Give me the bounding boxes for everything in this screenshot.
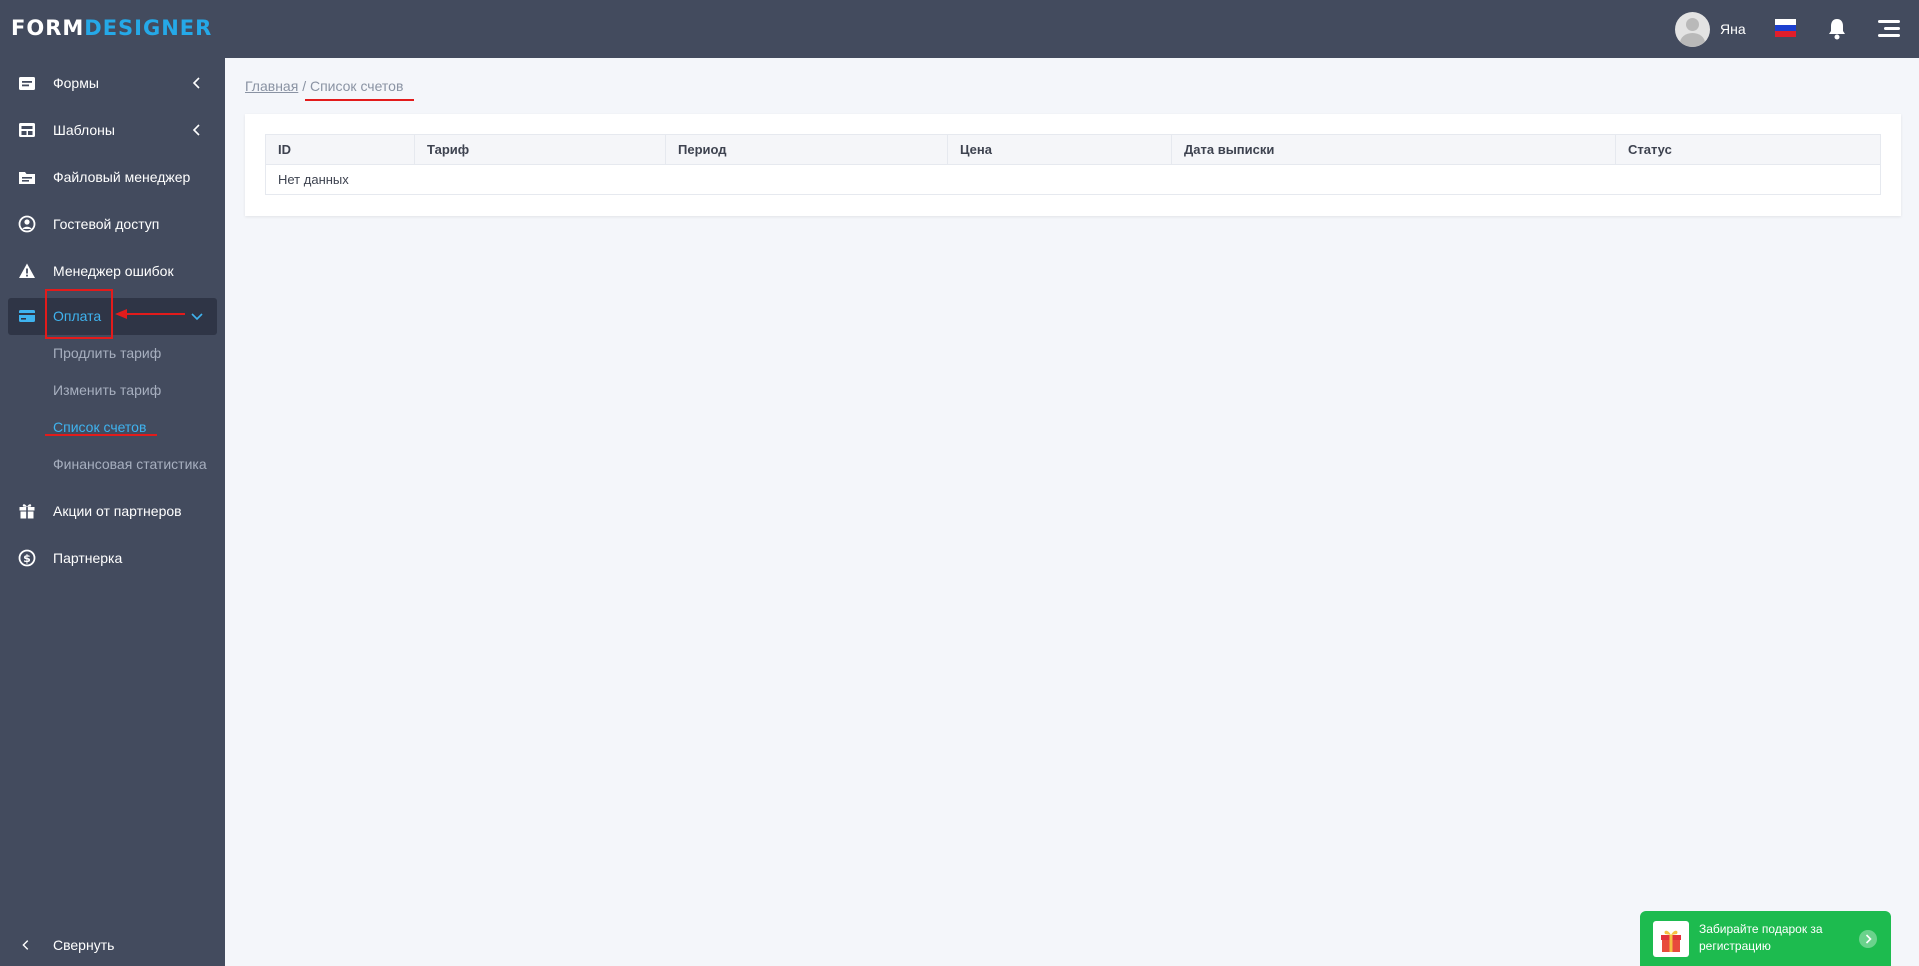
invoices-card: ID Тариф Период Цена Дата выписки Статус…: [245, 114, 1901, 216]
annotation-underline-sidebar: [45, 434, 157, 436]
sidebar-item-partner-promos[interactable]: Акции от партнеров: [8, 493, 217, 529]
chevron-right-icon[interactable]: [1859, 930, 1877, 948]
forms-icon: [19, 77, 35, 90]
empty-row: Нет данных: [278, 172, 349, 187]
menu-icon[interactable]: [1878, 20, 1900, 38]
chevron-left-icon: [192, 124, 200, 136]
sidebar-item-label: Акции от партнеров: [53, 503, 182, 519]
promo-text: Забирайте подарок за регистрацию: [1699, 922, 1823, 953]
dollar-circle-icon: $: [18, 549, 36, 567]
chevron-down-icon: [191, 313, 203, 321]
svg-text:$: $: [23, 552, 31, 565]
annotation-highlight-box: [45, 289, 113, 339]
promo-banner[interactable]: Забирайте подарок за регистрацию: [1640, 911, 1891, 966]
collapse-label: Свернуть: [53, 937, 115, 953]
sidebar-item-forms[interactable]: Формы: [8, 65, 217, 101]
breadcrumb: Главная / Список счетов: [245, 78, 403, 94]
breadcrumb-home-link[interactable]: Главная: [245, 78, 298, 94]
breadcrumb-separator: /: [302, 78, 307, 94]
username[interactable]: Яна: [1720, 21, 1746, 37]
warning-icon: [19, 263, 35, 278]
sidebar-item-label: Формы: [53, 75, 99, 91]
russian-flag-icon[interactable]: [1775, 19, 1796, 37]
folder-icon: [19, 172, 35, 184]
sidebar: Формы Шаблоны Файловый менеджер Гостевой…: [0, 58, 225, 966]
sidebar-item-error-manager[interactable]: Менеджер ошибок: [8, 253, 217, 289]
sub-item-extend-tariff[interactable]: Продлить тариф: [53, 345, 161, 361]
top-header: FORMDESIGNER Яна: [0, 0, 1919, 58]
column-header-period[interactable]: Период: [666, 135, 948, 165]
annotation-arrow: [115, 309, 185, 319]
logo-part-form: FORM: [11, 16, 85, 40]
sidebar-item-label: Партнерка: [53, 550, 123, 566]
sidebar-item-label: Гостевой доступ: [53, 216, 160, 232]
sub-item-change-tariff[interactable]: Изменить тариф: [53, 382, 161, 398]
logo[interactable]: FORMDESIGNER: [11, 16, 212, 40]
sub-item-invoice-list[interactable]: Список счетов: [53, 419, 146, 435]
bell-icon[interactable]: [1827, 18, 1847, 40]
collapse-sidebar-button[interactable]: Свернуть: [0, 930, 225, 960]
sidebar-item-templates[interactable]: Шаблоны: [8, 112, 217, 148]
sidebar-item-guest-access[interactable]: Гостевой доступ: [8, 206, 217, 242]
column-header-issue-date[interactable]: Дата выписки: [1172, 135, 1616, 165]
table-header: ID Тариф Период Цена Дата выписки Статус: [266, 135, 1880, 165]
user-avatar[interactable]: [1675, 12, 1710, 47]
logo-part-designer: DESIGNER: [84, 16, 213, 40]
invoices-table: ID Тариф Период Цена Дата выписки Статус…: [265, 134, 1881, 195]
sidebar-item-label: Файловый менеджер: [53, 169, 191, 185]
sub-item-financial-stats[interactable]: Финансовая статистика: [53, 456, 207, 472]
credit-card-icon: [19, 310, 35, 322]
sidebar-item-file-manager[interactable]: Файловый менеджер: [8, 159, 217, 195]
annotation-underline-breadcrumb: [305, 99, 414, 101]
breadcrumb-current: Список счетов: [309, 78, 404, 94]
sidebar-item-partnership[interactable]: $ Партнерка: [8, 540, 217, 576]
sidebar-item-label: Шаблоны: [53, 122, 115, 138]
templates-icon: [19, 123, 35, 137]
user-circle-icon: [18, 215, 36, 233]
column-header-tariff[interactable]: Тариф: [415, 135, 666, 165]
chevron-left-icon: [22, 940, 29, 950]
column-header-id[interactable]: ID: [266, 135, 415, 165]
column-header-status[interactable]: Статус: [1616, 135, 1880, 165]
gift-icon: [19, 504, 35, 519]
chevron-left-icon: [192, 77, 200, 89]
gift-icon: [1653, 921, 1689, 957]
column-header-price[interactable]: Цена: [948, 135, 1172, 165]
sidebar-item-label: Менеджер ошибок: [53, 263, 174, 279]
